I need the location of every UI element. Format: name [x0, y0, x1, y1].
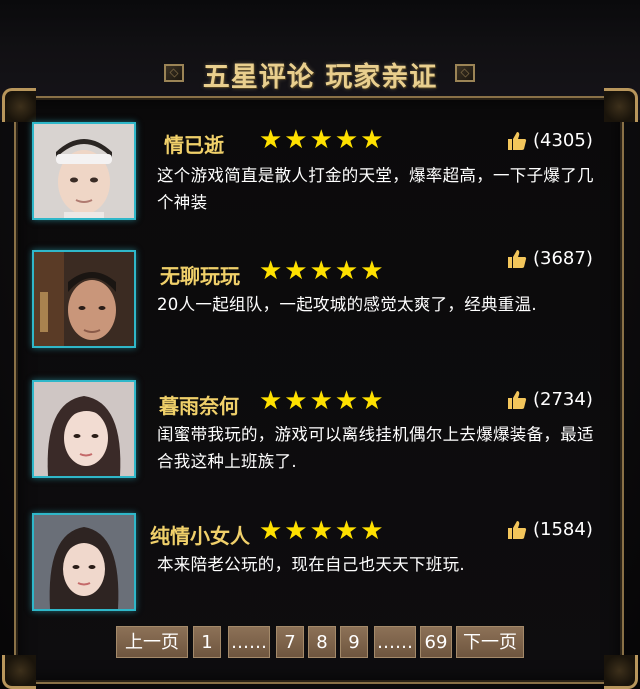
like-count[interactable]: (3687)	[507, 248, 593, 269]
frame-corner-ornament-icon	[604, 655, 638, 689]
prev-page-button[interactable]: 上一页	[116, 626, 188, 658]
review-item: 无聊玩玩 ★★★★★ (3687) 20人一起组队，一起攻城的感觉太爽了，经典重…	[32, 248, 612, 350]
page-title: 五星评论 玩家亲证	[202, 62, 438, 93]
page-ellipsis: ……	[228, 626, 270, 658]
like-count-value: (3687)	[533, 248, 593, 269]
like-count[interactable]: (2734)	[507, 389, 593, 410]
review-comment: 20人一起组队，一起攻城的感觉太爽了，经典重温.	[157, 295, 537, 314]
avatar-photo-icon	[34, 515, 134, 609]
reviewer-name: 暮雨奈何	[159, 394, 239, 418]
avatar[interactable]	[32, 122, 136, 220]
title-ornament-right-icon	[455, 64, 475, 82]
like-count[interactable]: (1584)	[507, 519, 593, 540]
like-count-value: (1584)	[533, 519, 593, 540]
avatar-photo-icon	[34, 252, 134, 346]
page-button-1[interactable]: 1	[193, 626, 221, 658]
frame-corner-ornament-icon	[604, 88, 638, 122]
frame-corner-ornament-icon	[2, 655, 36, 689]
reviewer-name: 纯情小女人	[150, 524, 250, 548]
avatar[interactable]	[32, 513, 136, 611]
like-count-value: (4305)	[533, 130, 593, 151]
thumbs-up-icon	[508, 520, 527, 539]
star-rating: ★★★★★	[259, 125, 386, 155]
like-count-value: (2734)	[533, 389, 593, 410]
reviewer-name: 无聊玩玩	[160, 264, 240, 288]
reviews-page: 五星评论 玩家亲证 情已逝 ★★★★★ (4305) 这个游戏简直是散人打金的天…	[0, 0, 640, 689]
like-count[interactable]: (4305)	[507, 130, 593, 151]
avatar[interactable]	[32, 380, 136, 478]
star-rating: ★★★★★	[259, 256, 386, 286]
star-rating: ★★★★★	[259, 516, 386, 546]
page-button-69[interactable]: 69	[420, 626, 452, 658]
review-comment: 本来陪老公玩的，现在自己也天天下班玩.	[157, 555, 465, 574]
review-item: 暮雨奈何 ★★★★★ (2734) 闺蜜带我玩的，游戏可以离线挂机偶尔上去爆爆装…	[32, 380, 612, 480]
reviewer-name: 情已逝	[164, 133, 224, 157]
review-comment: 闺蜜带我玩的，游戏可以离线挂机偶尔上去爆爆装备，最适合我这种上班族了.	[157, 425, 594, 471]
frame-corner-ornament-icon	[2, 88, 36, 122]
review-item: 纯情小女人 ★★★★★ (1584) 本来陪老公玩的，现在自己也天天下班玩.	[32, 513, 612, 613]
thumbs-up-icon	[508, 249, 527, 268]
avatar[interactable]	[32, 250, 136, 348]
star-rating: ★★★★★	[259, 386, 386, 416]
next-page-button[interactable]: 下一页	[456, 626, 524, 658]
pagination: 上一页 1 …… 7 8 9 …… 69 下一页	[0, 626, 640, 658]
avatar-photo-icon	[34, 124, 134, 218]
thumbs-up-icon	[508, 390, 527, 409]
thumbs-up-icon	[508, 131, 527, 150]
page-button-7[interactable]: 7	[276, 626, 304, 658]
page-ellipsis: ……	[374, 626, 416, 658]
avatar-photo-icon	[34, 382, 134, 476]
review-item: 情已逝 ★★★★★ (4305) 这个游戏简直是散人打金的天堂，爆率超高，一下子…	[32, 122, 612, 222]
review-comment: 这个游戏简直是散人打金的天堂，爆率超高，一下子爆了几个神装	[157, 166, 594, 212]
page-button-8[interactable]: 8	[308, 626, 336, 658]
page-button-9[interactable]: 9	[340, 626, 368, 658]
